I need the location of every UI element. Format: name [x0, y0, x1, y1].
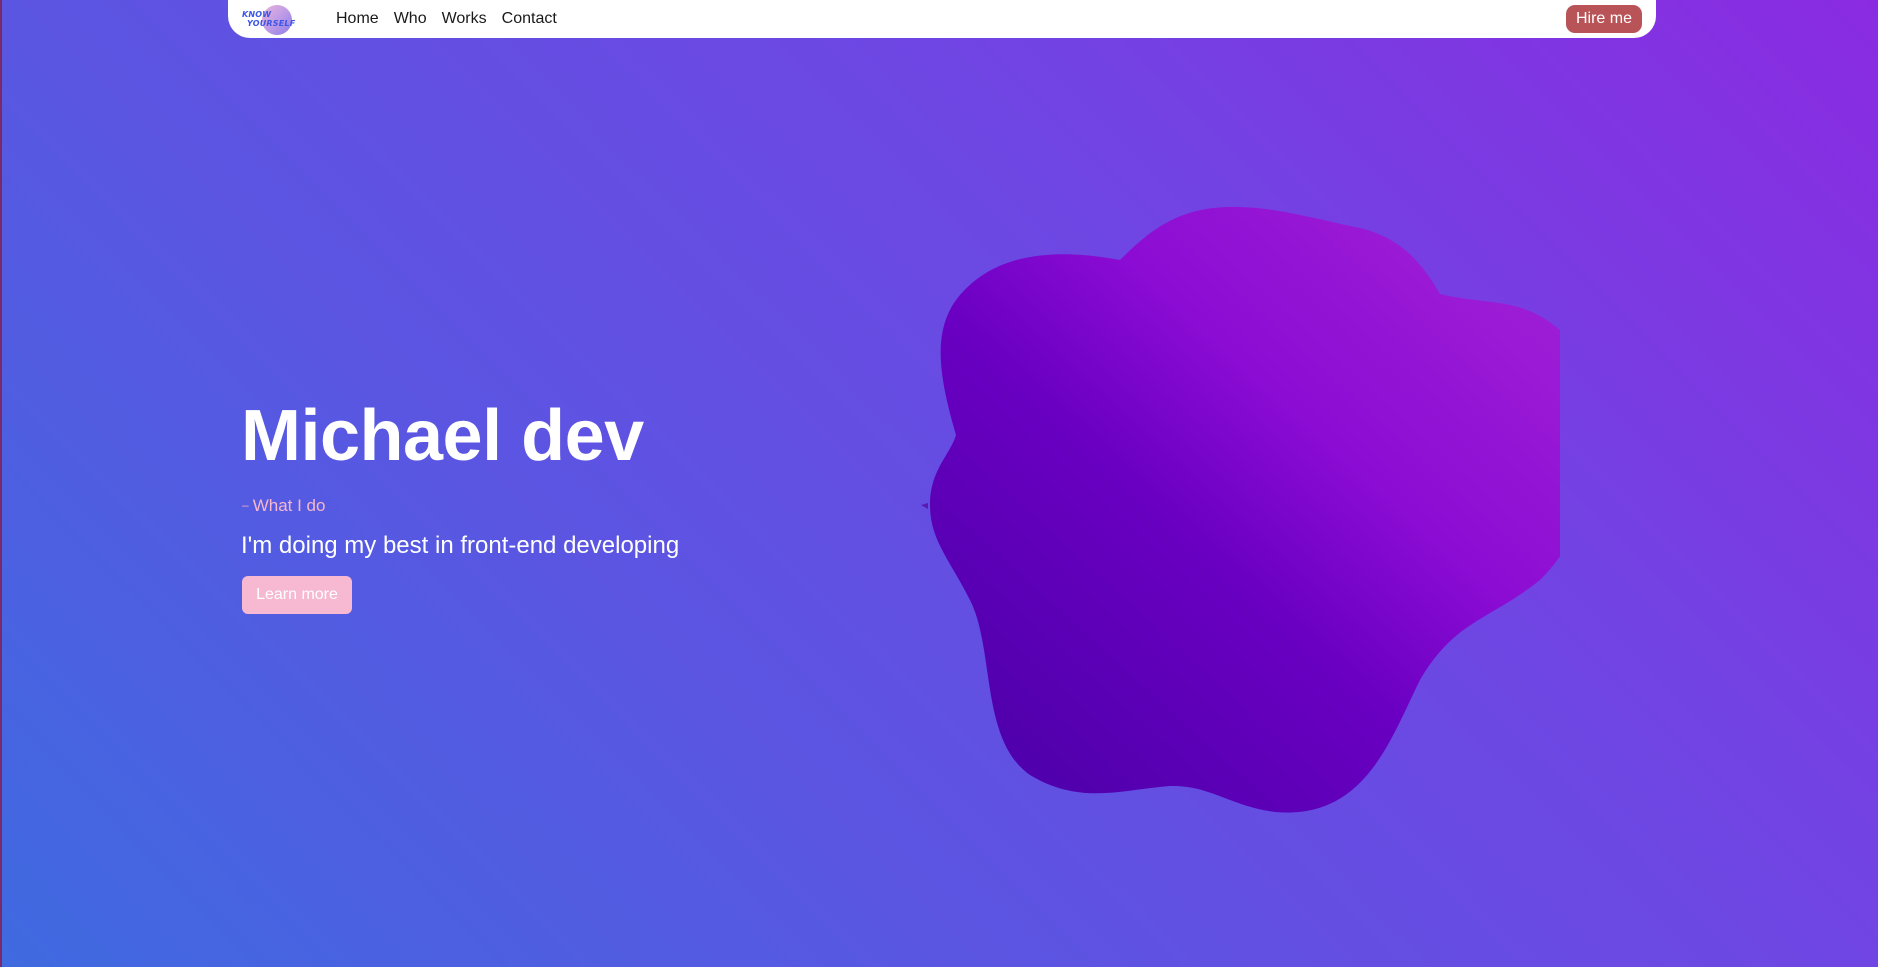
- hire-me-button[interactable]: Hire me: [1565, 5, 1642, 33]
- nav-links: Home Who Works Contact: [336, 0, 557, 38]
- logo-text-line-1: KNOW: [242, 10, 272, 19]
- logo[interactable]: KNOW YOURSELF: [242, 3, 298, 35]
- hero-blob-graphic: [921, 206, 1560, 813]
- left-edge-line: [0, 0, 2, 967]
- blob-shape: [930, 206, 1560, 813]
- hero-title: Michael dev: [241, 396, 644, 476]
- nav-link-who[interactable]: Who: [394, 10, 427, 28]
- blob-notch: [921, 503, 928, 509]
- navbar: KNOW YOURSELF Home Who Works Contact Hir…: [228, 0, 1656, 38]
- hero-subtitle: What I do: [252, 496, 326, 515]
- logo-text-line-2: YOURSELF: [247, 19, 296, 28]
- hero-subtitle-row: – What I do: [242, 494, 325, 517]
- subtitle-dash: –: [242, 498, 249, 512]
- logo-text: KNOW YOURSELF: [242, 10, 295, 28]
- hero-description: I'm doing my best in front-end developin…: [241, 532, 680, 559]
- nav-link-contact[interactable]: Contact: [502, 10, 557, 28]
- nav-link-home[interactable]: Home: [336, 10, 379, 28]
- learn-more-button[interactable]: Learn more: [242, 576, 352, 614]
- nav-link-works[interactable]: Works: [442, 10, 487, 28]
